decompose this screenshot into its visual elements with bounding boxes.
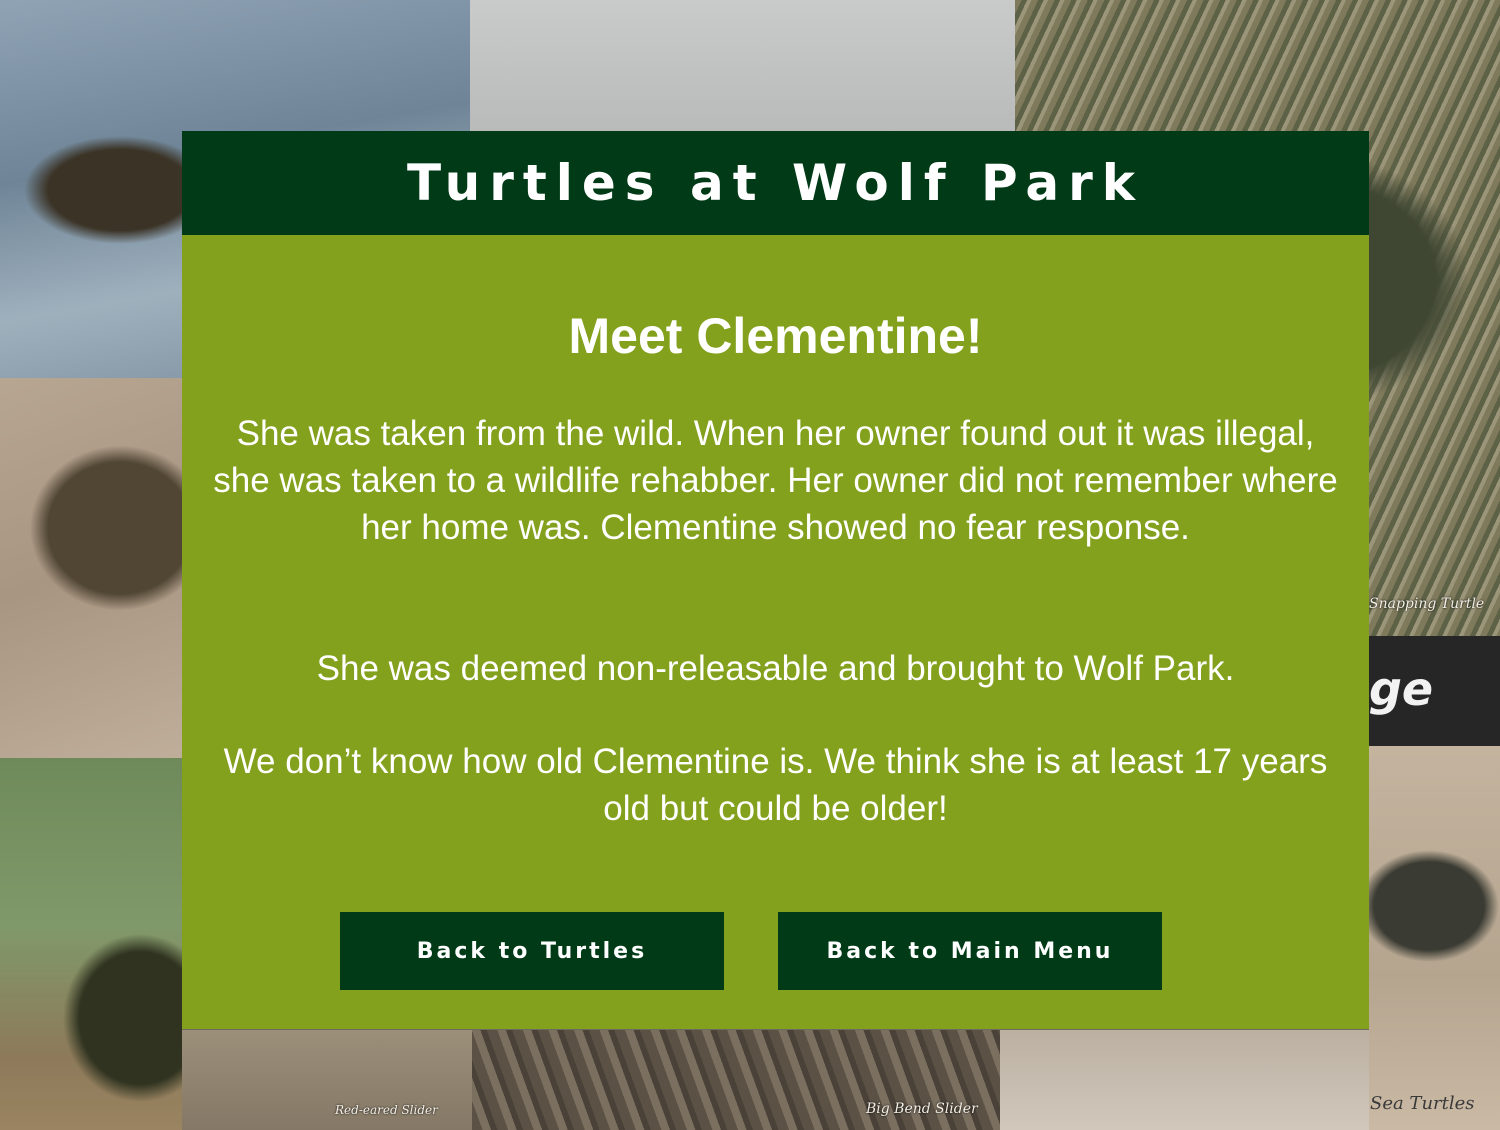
- partial-banner-text: ge: [1369, 662, 1434, 716]
- back-to-turtles-button[interactable]: Back to Turtles: [340, 912, 724, 990]
- story-paragraph: We don’t know how old Clementine is. We …: [223, 742, 1328, 828]
- sand-photo: [1000, 1030, 1369, 1130]
- snapping-turtle-caption: Snapping Turtle: [1369, 596, 1485, 612]
- header-bar: Turtles at Wolf Park: [182, 131, 1369, 235]
- page-title: Meet Clementine!: [568, 308, 983, 364]
- softshell-turtle-photo: [470, 0, 1015, 140]
- red-eared-slider-caption: Red-eared Slider: [335, 1103, 438, 1117]
- sea-turtle-photo: [1369, 746, 1500, 1130]
- content-panel: Turtles at Wolf Park Meet Clementine! Sh…: [182, 131, 1369, 1029]
- red-eared-slider-photo: [0, 758, 182, 1130]
- big-bend-slider-caption: Big Bend Slider: [866, 1101, 978, 1117]
- story-paragraph: She was taken from the wild. When her ow…: [213, 414, 1338, 547]
- site-title: Turtles at Wolf Park: [406, 154, 1144, 212]
- back-to-main-menu-button[interactable]: Back to Main Menu: [778, 912, 1162, 990]
- sea-turtles-caption: Sea Turtles: [1370, 1093, 1475, 1114]
- story-paragraph: She was deemed non-releasable and brough…: [316, 649, 1235, 688]
- spiny-softshell-photo: [0, 378, 182, 758]
